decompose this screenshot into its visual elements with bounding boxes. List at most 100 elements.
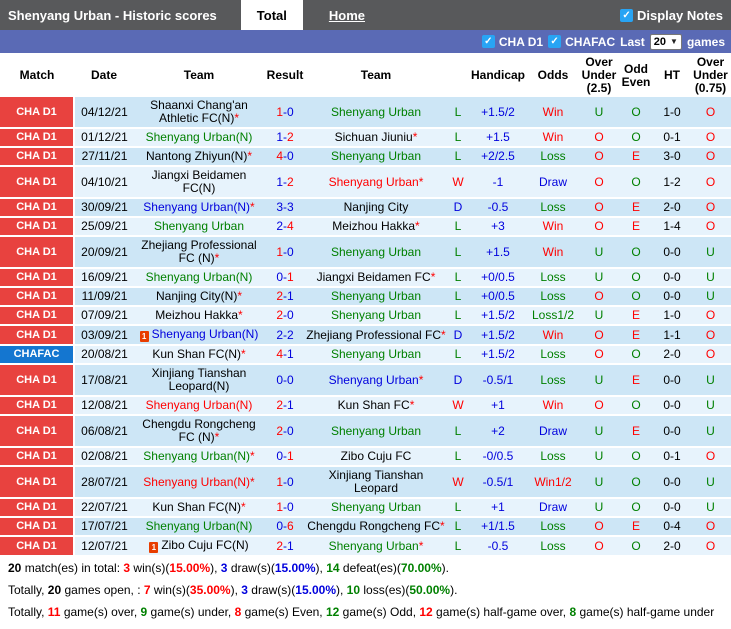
over-under-25: U <box>580 236 618 269</box>
league-badge[interactable]: CHA D1 <box>0 147 75 167</box>
away-team-name[interactable]: Zhejiang Professional FC <box>306 328 441 342</box>
summary-segment: Totally, <box>8 605 48 619</box>
home-team-name[interactable]: Kun Shan FC(N) <box>152 500 241 514</box>
home-team-name[interactable]: Zibo Cuju FC(N) <box>161 538 248 552</box>
home-team-name[interactable]: Xinjiang Tianshan Leopard(N) <box>152 366 247 393</box>
league-badge[interactable]: CHA D1 <box>0 536 75 557</box>
away-team-name[interactable]: Nanjing City <box>344 200 409 214</box>
table-row: CHA D1 04/10/21 Jiangxi Beidamen FC(N) 1-2 S… <box>0 166 731 199</box>
result-letter: W <box>446 396 470 416</box>
league-badge[interactable]: CHAFAC <box>0 345 75 365</box>
away-team-name[interactable]: Xinjiang Tianshan Leopard <box>329 468 424 495</box>
away-team-name[interactable]: Shenyang Urban <box>329 175 419 189</box>
away-team-name[interactable]: Sichuan Jiuniu <box>335 130 413 144</box>
away-team-name[interactable]: Zibo Cuju FC <box>341 449 412 463</box>
away-team-name[interactable]: Shenyang Urban <box>331 500 421 514</box>
league-badge[interactable]: CHA D1 <box>0 217 75 237</box>
away-team-name[interactable]: Shenyang Urban <box>331 149 421 163</box>
odd-even: E <box>618 325 654 346</box>
half-time-score: 1-4 <box>654 217 690 237</box>
away-team-name[interactable]: Shenyang Urban <box>329 373 419 387</box>
match-date: 22/07/21 <box>74 498 134 518</box>
away-team-name[interactable]: Shenyang Urban <box>331 308 421 322</box>
home-team-cell: Zhejiang Professional FC (N)* <box>134 236 264 269</box>
home-team-name[interactable]: Zhejiang Professional FC (N) <box>141 238 256 265</box>
league-badge[interactable]: CHA D1 <box>0 325 75 346</box>
over-under-25: U <box>580 268 618 288</box>
away-team-name[interactable]: Meizhou Hakka <box>332 219 415 233</box>
over-under-075: O <box>690 345 731 365</box>
away-team-name[interactable]: Shenyang Urban <box>331 424 421 438</box>
league-badge[interactable]: CHA D1 <box>0 396 75 416</box>
home-team-cell: Kun Shan FC(N)* <box>134 345 264 365</box>
away-team-name[interactable]: Shenyang Urban <box>331 105 421 119</box>
home-team-name[interactable]: Shenyang Urban(N) <box>143 475 250 489</box>
handicap-value: +1/1.5 <box>470 517 526 537</box>
home-team-name[interactable]: Nanjing City(N) <box>156 289 237 303</box>
away-team-name[interactable]: Jiangxi Beidamen FC <box>317 270 431 284</box>
games-label: games <box>686 34 725 49</box>
winner-star-icon: * <box>241 500 246 514</box>
home-team-cell: Nantong Zhiyun(N)* <box>134 147 264 167</box>
table-row: CHA D1 03/09/21 1 Shenyang Urban(N) 2-2 Zheji… <box>0 325 731 346</box>
away-team-name[interactable]: Chengdu Rongcheng FC <box>307 519 440 533</box>
display-notes-checkbox[interactable]: ✓ <box>620 8 634 22</box>
home-team-name[interactable]: Shenyang Urban(N) <box>152 327 259 341</box>
league-badge[interactable]: CHA D1 <box>0 517 75 537</box>
league-badge[interactable]: CHA D1 <box>0 306 75 326</box>
home-team-cell: Kun Shan FC(N)* <box>134 498 264 518</box>
winner-star-icon: * <box>440 519 445 533</box>
away-team-name[interactable]: Kun Shan FC <box>338 398 410 412</box>
league-badge[interactable]: CHA D1 <box>0 268 75 288</box>
home-team-name[interactable]: Meizhou Hakka <box>155 308 238 322</box>
away-team-name[interactable]: Shenyang Urban <box>331 347 421 361</box>
tab-home[interactable]: Home <box>313 0 381 30</box>
home-team-name[interactable]: Chengdu Rongcheng FC (N) <box>142 417 255 444</box>
league-badge[interactable]: CHA D1 <box>0 447 75 467</box>
over-under-075: O <box>690 198 731 218</box>
table-row: CHA D1 30/09/21 Shenyang Urban(N)* 3-3 Nanji… <box>0 198 731 218</box>
league-badge[interactable]: CHA D1 <box>0 97 75 129</box>
full-time-score: 0-1 <box>264 268 306 288</box>
match-date: 16/09/21 <box>74 268 134 288</box>
home-team-name[interactable]: Shenyang Urban(N) <box>143 449 250 463</box>
home-team-name[interactable]: Jiangxi Beidamen FC(N) <box>152 168 247 195</box>
over-under-075: O <box>690 217 731 237</box>
last-games-select[interactable]: 20 ▼ <box>649 33 682 50</box>
away-team-cell: Shenyang Urban <box>306 287 446 307</box>
home-team-name[interactable]: Shenyang Urban(N) <box>146 130 253 144</box>
over-under-075: O <box>690 325 731 346</box>
league-badge[interactable]: CHA D1 <box>0 364 75 397</box>
league-badge[interactable]: CHA D1 <box>0 287 75 307</box>
league-badge[interactable]: CHA D1 <box>0 466 75 499</box>
away-team-name[interactable]: Shenyang Urban <box>331 245 421 259</box>
home-team-name[interactable]: Shenyang Urban(N) <box>146 519 253 533</box>
chafac-checkbox[interactable]: ✓ <box>548 35 562 48</box>
away-team-name[interactable]: Shenyang Urban <box>329 539 419 553</box>
tab-total[interactable]: Total <box>240 0 303 30</box>
odds-result: Loss <box>526 447 580 467</box>
away-team-name[interactable]: Shenyang Urban <box>331 289 421 303</box>
winner-star-icon: * <box>409 398 415 412</box>
away-team-cell: Chengdu Rongcheng FC* <box>306 517 446 537</box>
match-date: 11/09/21 <box>74 287 134 307</box>
table-row: CHA D1 22/07/21 Kun Shan FC(N)* 1-0 Shenyang… <box>0 498 731 518</box>
league-badge[interactable]: CHA D1 <box>0 128 75 148</box>
league-badge[interactable]: CHA D1 <box>0 198 75 218</box>
league-badge[interactable]: CHA D1 <box>0 166 75 199</box>
home-team-cell: Nanjing City(N)* <box>134 287 264 307</box>
home-team-name[interactable]: Shenyang Urban(N) <box>146 270 253 284</box>
home-team-name[interactable]: Shenyang Urban(N) <box>143 200 250 214</box>
league-badge[interactable]: CHA D1 <box>0 498 75 518</box>
half-time-score: 1-2 <box>654 166 690 199</box>
home-team-name[interactable]: Nantong Zhiyun(N) <box>146 149 247 163</box>
odds-result: Win1/2 <box>526 466 580 499</box>
home-team-name[interactable]: Shenyang Urban(N) <box>146 398 253 412</box>
away-team-cell: Zhejiang Professional FC* <box>306 325 446 346</box>
league-badge[interactable]: CHA D1 <box>0 415 75 448</box>
home-team-name[interactable]: Kun Shan FC(N) <box>152 347 241 361</box>
league-badge[interactable]: CHA D1 <box>0 236 75 269</box>
summary-segment: game(s) Odd, <box>339 605 420 619</box>
cha-d1-checkbox[interactable]: ✓ <box>481 35 495 48</box>
home-team-name[interactable]: Shenyang Urban <box>154 219 244 233</box>
